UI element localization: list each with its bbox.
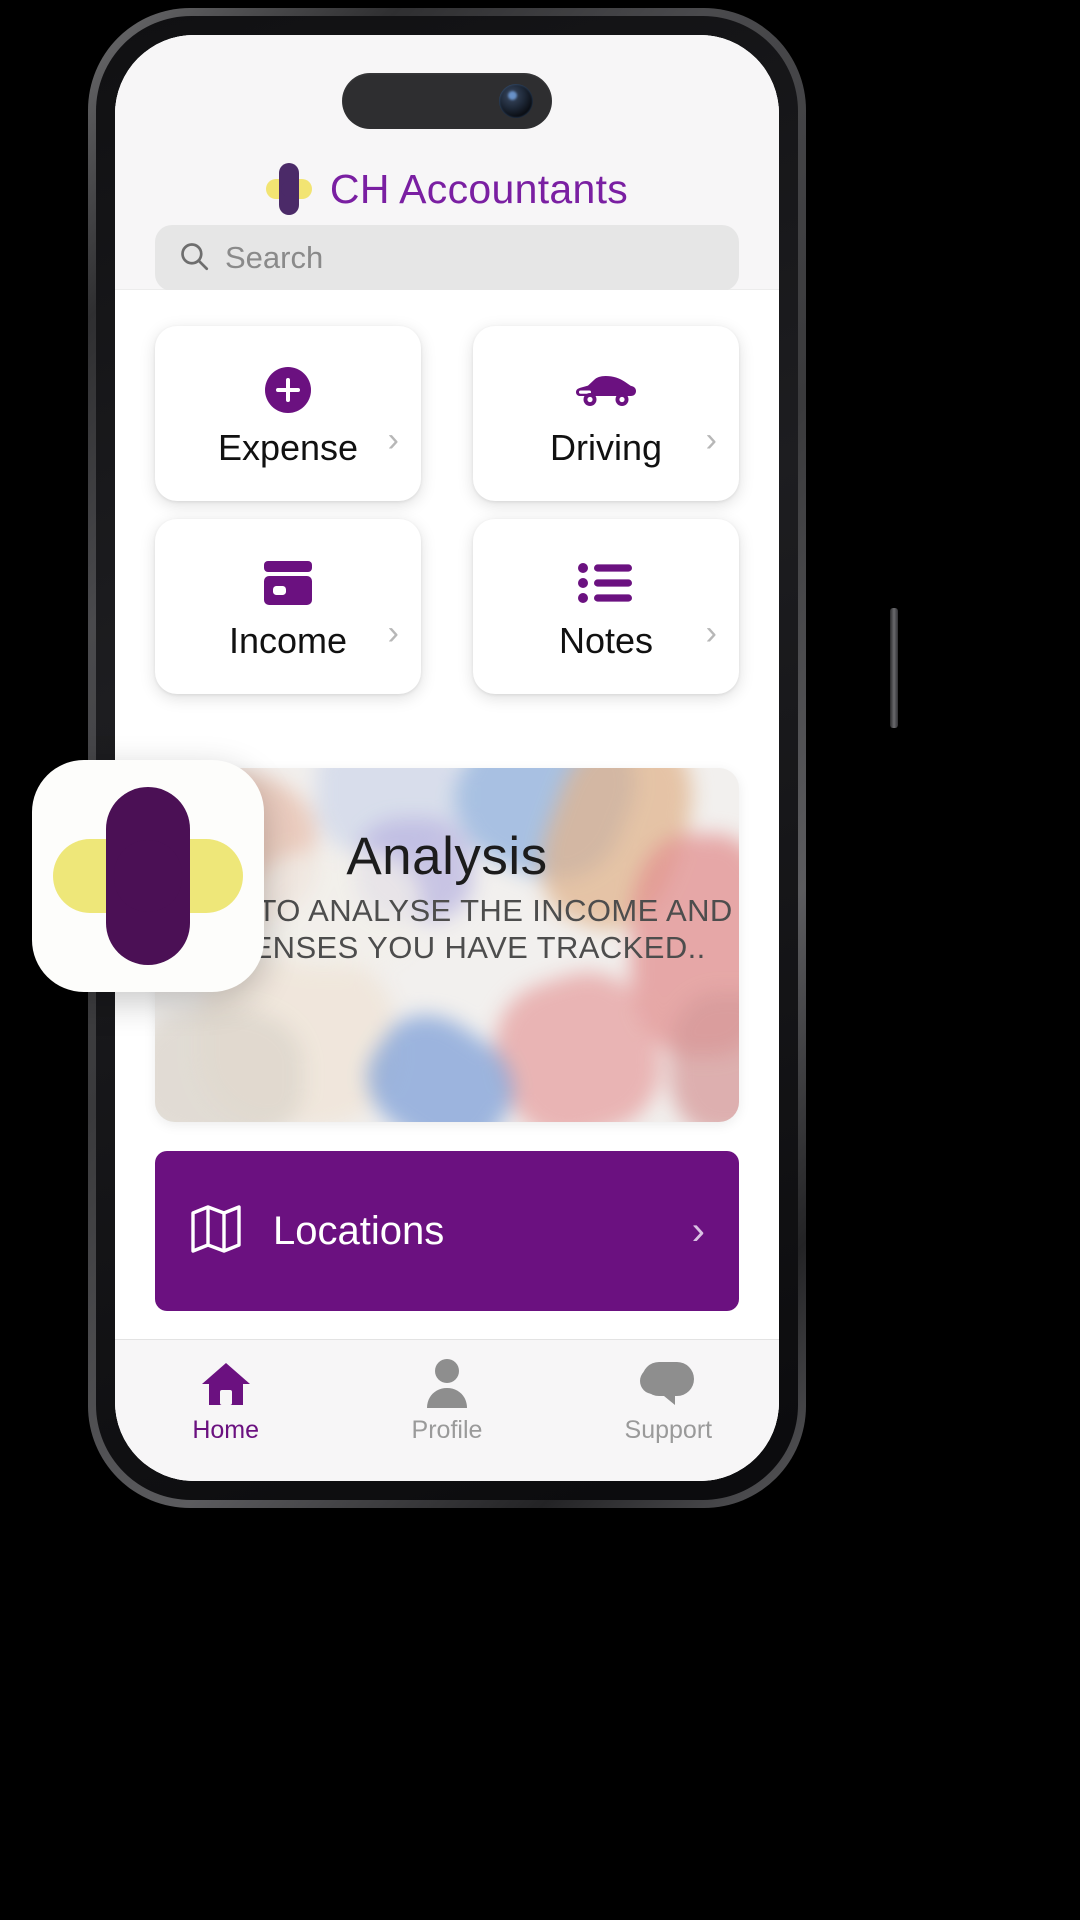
chevron-right-icon: ›	[691, 1209, 705, 1253]
dynamic-island	[342, 73, 552, 129]
chevron-right-icon: ›	[705, 421, 717, 459]
chat-bubbles-icon	[640, 1356, 696, 1408]
car-icon	[574, 359, 638, 421]
brand: CH Accountants	[115, 163, 779, 215]
home-icon	[200, 1356, 252, 1408]
tile-income[interactable]: Income ›	[155, 519, 421, 694]
tab-label: Home	[192, 1416, 259, 1444]
locations-label: Locations	[273, 1208, 445, 1253]
chevron-right-icon: ›	[387, 421, 399, 459]
tile-label: Driving	[549, 426, 663, 468]
tile-label: Notes	[558, 619, 654, 661]
tab-home[interactable]: Home	[115, 1356, 336, 1445]
tile-label: Expense	[217, 426, 359, 468]
chevron-right-icon: ›	[387, 614, 399, 652]
tab-profile[interactable]: Profile	[336, 1356, 557, 1445]
app-root: CH Accountants Search Expense › Driving …	[115, 35, 779, 1481]
search-icon	[177, 239, 211, 278]
tile-notes[interactable]: Notes ›	[473, 519, 739, 694]
search-input[interactable]: Search	[225, 240, 323, 276]
plus-circle-icon	[265, 359, 311, 421]
list-icon	[577, 552, 635, 614]
tile-label: Income	[228, 619, 348, 661]
tab-label: Profile	[411, 1416, 483, 1444]
app-header: CH Accountants Search	[115, 35, 779, 291]
bottom-tab-bar: Home Profile Support	[115, 1339, 779, 1481]
map-icon	[189, 1201, 243, 1262]
phone-screen: CH Accountants Search Expense › Driving …	[115, 35, 779, 1481]
phone-bezel: CH Accountants Search Expense › Driving …	[96, 16, 798, 1500]
locations-button[interactable]: Locations ›	[155, 1151, 739, 1311]
tile-driving[interactable]: Driving ›	[473, 326, 739, 501]
chevron-right-icon: ›	[705, 614, 717, 652]
app-logo-icon	[32, 760, 264, 992]
page-title: CH Accountants	[329, 165, 629, 212]
phone-frame: CH Accountants Search Expense › Driving …	[88, 8, 898, 1508]
search-bar[interactable]: Search	[155, 225, 739, 291]
power-button[interactable]	[890, 608, 898, 728]
person-icon	[424, 1356, 470, 1408]
tile-expense[interactable]: Expense ›	[155, 326, 421, 501]
wallet-card-icon	[261, 552, 315, 614]
tab-label: Support	[624, 1416, 713, 1444]
shortcut-grid: Expense › Driving › Income › Notes ›	[155, 290, 739, 694]
front-camera-icon	[499, 84, 533, 118]
tab-support[interactable]: Support	[558, 1356, 779, 1445]
flower-logo-icon	[265, 163, 312, 215]
screenshot-root: CH Accountants Search Expense › Driving …	[0, 0, 1080, 1920]
